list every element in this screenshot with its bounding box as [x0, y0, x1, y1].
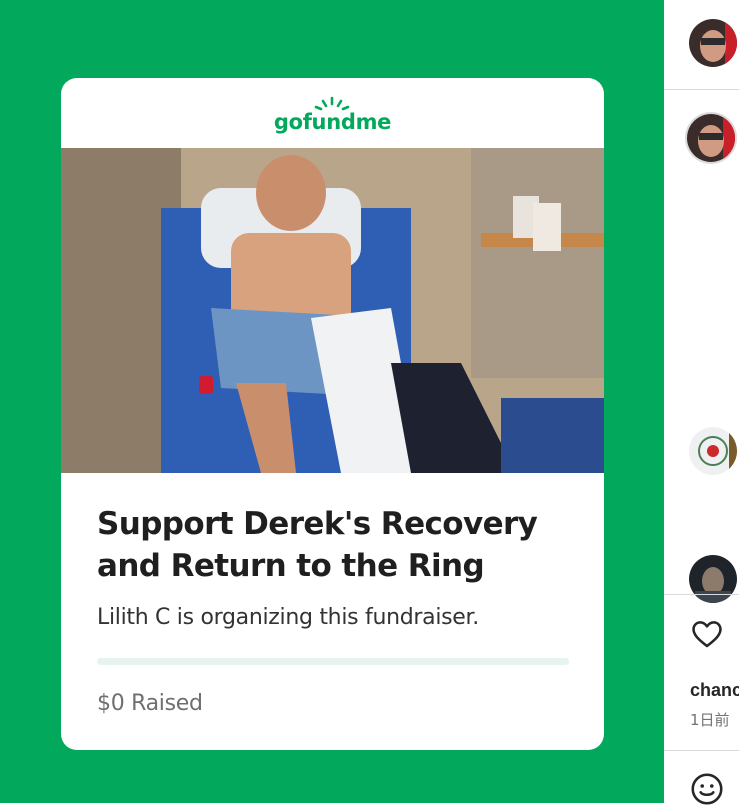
- actions-divider: [664, 594, 739, 595]
- post-image: gofundme Support Derek's Recovery and Re…: [0, 0, 664, 803]
- header-divider: [664, 89, 739, 90]
- gofundme-card: gofundme Support Derek's Recovery and Re…: [61, 78, 604, 750]
- hospital-bed-photo: [61, 148, 604, 473]
- progress-bar: [97, 658, 569, 665]
- post-timestamp[interactable]: 1日前: [690, 709, 730, 730]
- fundraiser-title: Support Derek's Recovery and Return to t…: [97, 506, 538, 584]
- gofundme-logo: gofundme: [61, 96, 604, 150]
- comment-divider: [664, 750, 739, 751]
- heart-icon[interactable]: [689, 617, 725, 651]
- caption-avatar[interactable]: [685, 112, 737, 164]
- profile-avatar[interactable]: [689, 19, 737, 67]
- organizer-text: Lilith C is organizing this fundraiser.: [97, 605, 479, 630]
- raised-amount: $0 Raised: [97, 691, 203, 716]
- comment-avatar[interactable]: [689, 427, 737, 475]
- logo-text: gofundme: [273, 110, 392, 134]
- liked-by-user[interactable]: chanc: [690, 680, 739, 701]
- comment-avatar[interactable]: [689, 555, 737, 603]
- smiley-icon[interactable]: [689, 771, 725, 807]
